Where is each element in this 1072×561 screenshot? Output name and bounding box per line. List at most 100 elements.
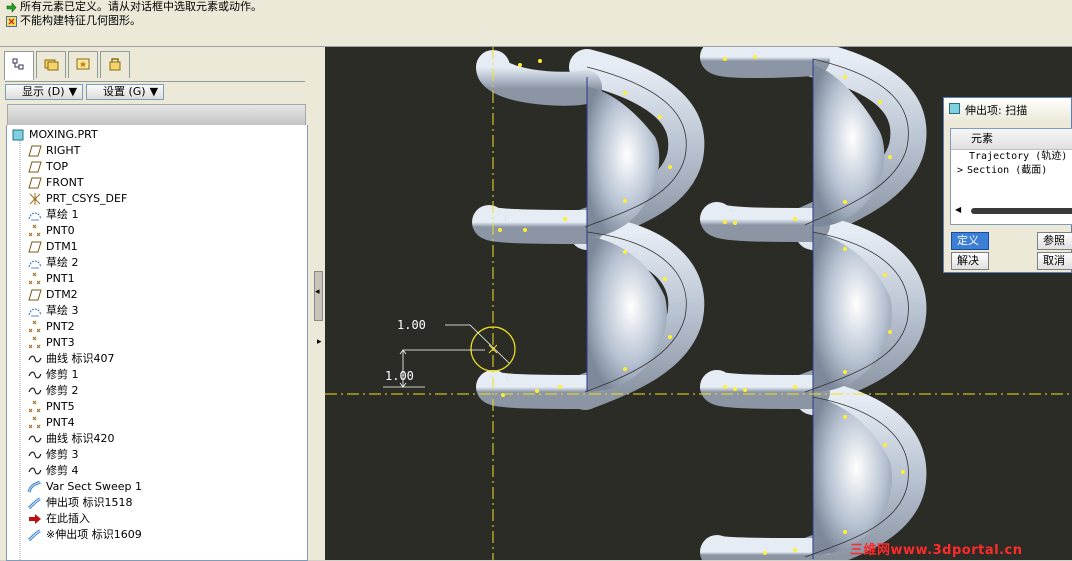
tree-item-label: PNT5 xyxy=(46,400,75,413)
tree-root[interactable]: MOXING.PRT xyxy=(10,127,98,143)
tree-item-label: 修剪 3 xyxy=(46,448,79,461)
tree-item[interactable]: TOP xyxy=(27,159,68,175)
tree-item[interactable]: PNT5 xyxy=(27,399,75,415)
folder-browser-tab[interactable] xyxy=(36,51,66,78)
message-text-1: 所有元素已定义。请从对话框中选取元素或动作。 xyxy=(20,0,262,13)
tree-item[interactable]: 伸出项 标识1518 xyxy=(27,495,133,511)
tree-item-label: 伸出项 标识1518 xyxy=(46,496,133,509)
connections-icon xyxy=(107,56,123,75)
csys-icon xyxy=(27,192,43,206)
datum-plane-icon xyxy=(27,176,43,190)
folder-icon xyxy=(43,56,59,75)
message-line-1: 所有元素已定义。请从对话框中选取元素或动作。 xyxy=(6,0,262,14)
datum-point-icon xyxy=(27,400,43,414)
tree-item-label: PNT0 xyxy=(46,224,75,237)
tree-item[interactable]: 草绘 3 xyxy=(27,303,79,319)
tree-item[interactable]: PNT0 xyxy=(27,223,75,239)
warning-icon xyxy=(6,15,17,27)
element-list: 元素 Trajectory (轨迹) > Section (截面) ◀ xyxy=(950,128,1072,225)
tree-item[interactable]: PNT2 xyxy=(27,319,75,335)
tree-item-label: 修剪 1 xyxy=(46,368,79,381)
tree-item[interactable]: DTM1 xyxy=(27,239,78,255)
datum-plane-icon xyxy=(27,240,43,254)
tree-item-label: 在此插入 xyxy=(46,512,90,525)
tree-item-label: DTM2 xyxy=(46,288,78,301)
connections-tab[interactable] xyxy=(100,51,130,78)
tree-column-header[interactable] xyxy=(7,104,306,126)
tree-item[interactable]: PNT3 xyxy=(27,335,75,351)
reference-button[interactable]: 参照 xyxy=(1037,232,1072,250)
tree-item[interactable]: FRONT xyxy=(27,175,84,191)
datum-plane-icon xyxy=(27,144,43,158)
message-line-2: 不能构建特征几何图形。 xyxy=(6,14,141,28)
tree-item-label: PNT3 xyxy=(46,336,75,349)
tree-item[interactable]: RIGHT xyxy=(27,143,80,159)
element-row-section-label: Section (截面) xyxy=(967,165,1048,176)
resolve-button[interactable]: 解决 xyxy=(951,252,989,270)
cancel-button[interactable]: 取消 xyxy=(1037,252,1072,270)
scroll-left-icon[interactable]: ◀ xyxy=(955,205,961,214)
dialog-title-bar[interactable]: 伸出项: 扫描 xyxy=(944,98,1071,122)
scrollbar-thumb[interactable] xyxy=(971,208,1072,214)
tree-item-label: PNT4 xyxy=(46,416,75,429)
datum-point-icon xyxy=(27,416,43,430)
tree-item-label: 草绘 3 xyxy=(46,304,79,317)
tree-root-label: MOXING.PRT xyxy=(29,128,98,141)
tree-item[interactable]: 曲线 标识407 xyxy=(27,351,115,367)
tree-item[interactable]: PNT1 xyxy=(27,271,75,287)
tree-item[interactable]: PRT_CSYS_DEF xyxy=(27,191,127,207)
settings-dropdown-button[interactable]: 设置 (G) ▼ xyxy=(86,84,164,100)
element-list-header: 元素 xyxy=(951,129,1072,150)
tree-item[interactable]: 在此插入 xyxy=(27,511,90,527)
tree-item-label: ※伸出项 标识1609 xyxy=(46,528,142,541)
triangle-down-icon: ▼ xyxy=(149,85,159,98)
tree-item[interactable]: DTM2 xyxy=(27,287,78,303)
tree-item-label: Var Sect Sweep 1 xyxy=(46,480,143,493)
tree-item[interactable]: 草绘 1 xyxy=(27,207,79,223)
navigator-tabs xyxy=(4,51,130,80)
horizontal-scrollbar[interactable]: ◀ xyxy=(955,205,1072,217)
tree-item[interactable]: 草绘 2 xyxy=(27,255,79,271)
favorites-tab[interactable] xyxy=(68,51,98,78)
tree-item-label: 修剪 2 xyxy=(46,384,79,397)
define-button[interactable]: 定义 xyxy=(951,232,989,250)
sketch-icon xyxy=(27,208,43,222)
expand-right-icon[interactable]: ▸ xyxy=(317,337,322,347)
tree-item-label: PNT2 xyxy=(46,320,75,333)
sketch-icon xyxy=(27,256,43,270)
element-row-section[interactable]: > Section (截面) xyxy=(951,164,1072,178)
helix-left xyxy=(472,49,705,410)
tree-item[interactable]: 修剪 1 xyxy=(27,367,79,383)
tree-item[interactable]: 修剪 3 xyxy=(27,447,79,463)
tree-item[interactable]: PNT4 xyxy=(27,415,75,431)
tree-item[interactable]: 修剪 4 xyxy=(27,463,79,479)
collapse-left-icon[interactable]: ◂ xyxy=(315,287,320,297)
tree-item[interactable]: ※伸出项 标识1609 xyxy=(27,527,142,543)
tree-item[interactable]: 曲线 标识420 xyxy=(27,431,115,447)
panel-splitter[interactable]: ◂ ▸ xyxy=(312,47,325,560)
datum-point-icon xyxy=(27,336,43,350)
tree-item[interactable]: 修剪 2 xyxy=(27,383,79,399)
datum-point-icon xyxy=(27,320,43,334)
datum-point-icon xyxy=(27,224,43,238)
navigator-panel: 显示 (D) ▼ 设置 (G) ▼ MOXING.PRT RIGHT TOP FRO… xyxy=(0,47,312,561)
settings-button-label: 设置 (G) xyxy=(103,85,146,98)
triangle-down-icon: ▼ xyxy=(68,85,78,98)
show-dropdown-button[interactable]: 显示 (D) ▼ xyxy=(5,84,83,100)
model-tree-tab[interactable] xyxy=(4,51,34,80)
protrusion-icon xyxy=(27,528,43,542)
message-area: 所有元素已定义。请从对话框中选取元素或动作。 不能构建特征几何图形。 xyxy=(0,0,1072,47)
curve-icon xyxy=(27,384,43,398)
element-row-trajectory[interactable]: Trajectory (轨迹) xyxy=(951,150,1072,164)
tree-item[interactable]: Var Sect Sweep 1 xyxy=(27,479,142,495)
tree-item-label: 草绘 1 xyxy=(46,208,79,221)
tree-item-label: RIGHT xyxy=(46,144,81,157)
tree-toolbar: 显示 (D) ▼ 设置 (G) ▼ xyxy=(5,81,305,102)
dimension-offset[interactable]: 1.00 xyxy=(385,369,414,383)
watermark: 三维网www.3dportal.cn xyxy=(850,543,1023,558)
green-arrow-icon xyxy=(6,1,17,13)
tree-item-label: PRT_CSYS_DEF xyxy=(46,192,128,205)
dimension-diameter[interactable]: 1.00 xyxy=(397,318,426,332)
datum-plane-icon xyxy=(27,160,43,174)
protrusion-icon xyxy=(27,496,43,510)
